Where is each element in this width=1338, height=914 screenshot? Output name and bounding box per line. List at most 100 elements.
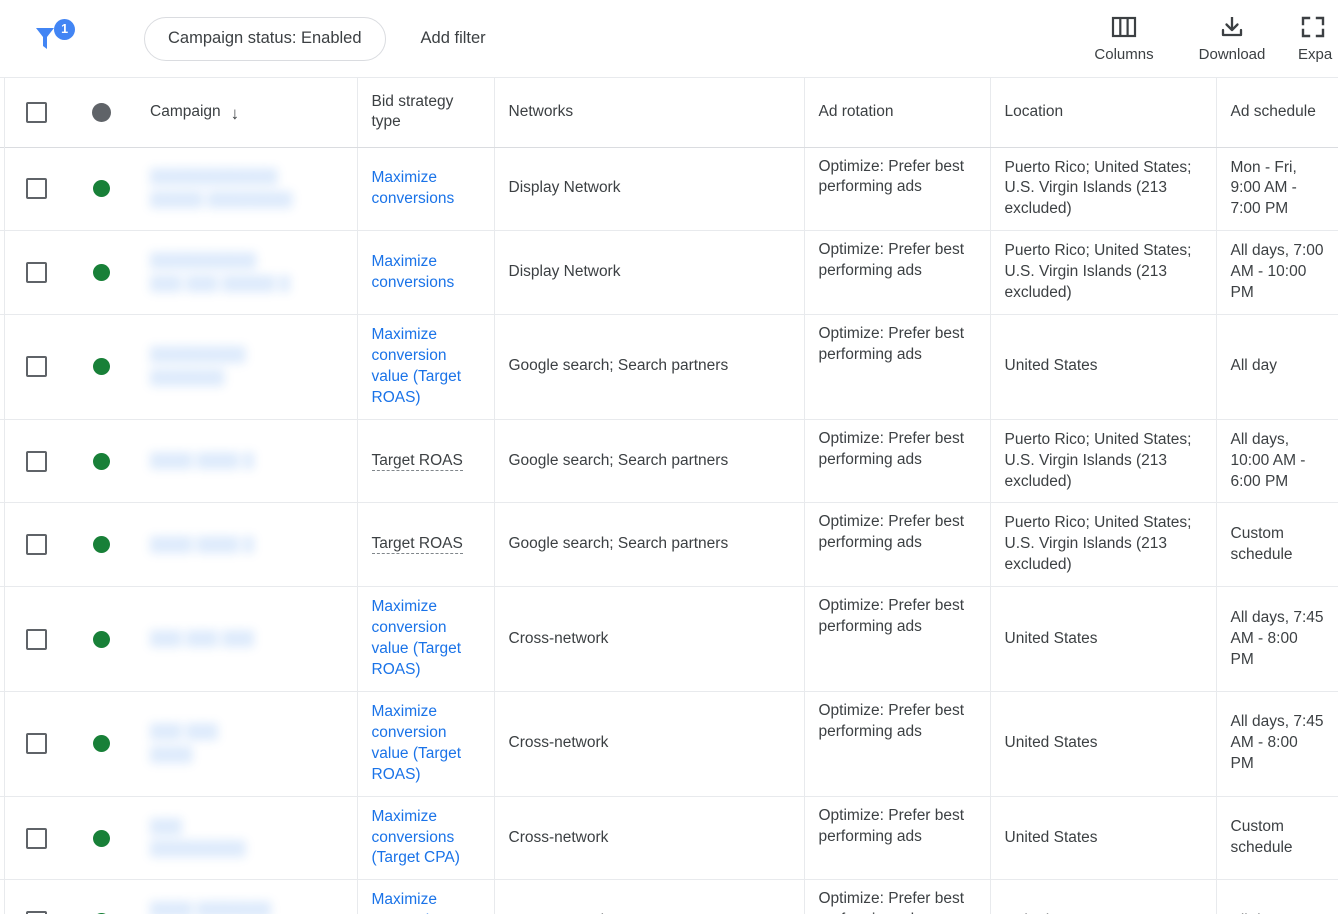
bid-strategy-link[interactable]: Maximize conversion value (Target ROAS) — [372, 703, 462, 783]
campaign-name-cell[interactable]: ▒▒▒▒▒▒▒▒▒▒▒▒ ▒▒▒▒▒ ▒▒▒▒▒▒▒▒ — [130, 147, 357, 231]
bid-strategy-cell[interactable]: Maximize conversions — [357, 147, 494, 231]
campaign-name-cell[interactable]: ▒▒▒▒▒▒▒▒▒▒ ▒▒▒ ▒▒▒ ▒▒▒▒▒ ▒ — [130, 231, 357, 315]
bid-strategy-tooltip[interactable]: Target ROAS — [372, 535, 463, 554]
bid-strategy-link[interactable]: Maximize conversions — [372, 169, 455, 207]
bid-strategy-cell[interactable]: Maximize conversion value (Target ROAS) — [357, 315, 494, 420]
ad-schedule-cell: Custom schedule — [1216, 503, 1338, 587]
status-enabled-icon[interactable] — [93, 453, 110, 470]
bid-strategy-cell[interactable]: Maximize conversion value (Target ROAS) — [357, 691, 494, 796]
expand-button[interactable]: Expa — [1286, 0, 1338, 78]
row-status-cell — [72, 503, 130, 587]
ad-schedule-cell: All days, 10:00 AM - 6:00 PM — [1216, 419, 1338, 503]
table-body: ▒▒▒▒▒▒▒▒▒▒▒▒ ▒▒▒▒▒ ▒▒▒▒▒▒▒▒ Maximize conv… — [0, 147, 1338, 914]
campaign-name-cell[interactable]: ▒▒▒▒ ▒▒▒▒ ▒ — [130, 503, 357, 587]
location-cell: Puerto Rico; United States; U.S. Virgin … — [990, 419, 1216, 503]
bid-strategy-cell[interactable]: Maximize conversions (Target CPA) — [357, 880, 494, 914]
ad-rotation-cell: Optimize: Prefer best performing ads — [804, 503, 990, 587]
table-row[interactable]: ▒▒▒▒▒▒▒▒▒▒ ▒▒▒ ▒▒▒ ▒▒▒▒▒ ▒ Maximize conve… — [0, 231, 1338, 315]
row-checkbox[interactable] — [26, 733, 47, 754]
sort-descending-icon[interactable]: ↓ — [231, 105, 240, 122]
location-cell: United States — [990, 587, 1216, 692]
table-row[interactable]: ▒▒▒ ▒▒▒▒▒▒▒▒▒ Maximize conversions (Targe… — [0, 796, 1338, 880]
table-row[interactable]: ▒▒▒▒▒▒▒▒▒▒▒▒ ▒▒▒▒▒ ▒▒▒▒▒▒▒▒ Maximize conv… — [0, 147, 1338, 231]
location-cell: Puerto Rico; United States; U.S. Virgin … — [990, 503, 1216, 587]
status-enabled-icon[interactable] — [93, 180, 110, 197]
status-enabled-icon[interactable] — [93, 735, 110, 752]
bid-strategy-column-header[interactable]: Bid strategy type — [357, 78, 494, 147]
row-checkbox[interactable] — [26, 356, 47, 377]
download-button-label: Download — [1199, 46, 1266, 63]
columns-button[interactable]: Columns — [1070, 0, 1178, 78]
row-status-cell — [72, 691, 130, 796]
networks-cell: Google search; Search partners — [494, 503, 804, 587]
location-cell: United States — [990, 691, 1216, 796]
campaign-name-cell[interactable]: ▒▒▒▒ ▒▒▒▒ ▒ — [130, 419, 357, 503]
toolbar-actions: Columns Download Expa — [1070, 0, 1338, 78]
status-enabled-icon[interactable] — [93, 358, 110, 375]
download-icon — [1219, 15, 1245, 39]
status-enabled-icon[interactable] — [93, 631, 110, 648]
row-status-cell — [72, 147, 130, 231]
bid-strategy-cell[interactable]: Maximize conversion value (Target ROAS) — [357, 587, 494, 692]
row-status-cell — [72, 880, 130, 914]
table-row[interactable]: ▒▒▒▒ ▒▒▒▒▒▒▒ ▒▒▒▒▒▒▒▒ Maximize conversion… — [0, 880, 1338, 914]
row-checkbox[interactable] — [26, 629, 47, 650]
select-all-checkbox[interactable] — [26, 102, 47, 123]
ad-schedule-column-header[interactable]: Ad schedule — [1216, 78, 1338, 147]
bid-strategy-cell[interactable]: Maximize conversions — [357, 231, 494, 315]
campaign-name-cell[interactable]: ▒▒▒ ▒▒▒ ▒▒▒ — [130, 587, 357, 692]
bid-strategy-link[interactable]: Maximize conversion value (Target ROAS) — [372, 598, 462, 678]
location-column-header[interactable]: Location — [990, 78, 1216, 147]
row-select-cell — [0, 587, 72, 692]
bid-strategy-cell[interactable]: Target ROAS — [357, 503, 494, 587]
location-cell: United States — [990, 880, 1216, 914]
row-checkbox[interactable] — [26, 534, 47, 555]
row-select-cell — [0, 147, 72, 231]
table-row[interactable]: ▒▒▒▒ ▒▒▒▒ ▒ Target ROAS Google search; Sea… — [0, 503, 1338, 587]
status-enabled-icon[interactable] — [93, 830, 110, 847]
campaign-column-header[interactable]: Campaign ↓ — [130, 78, 357, 147]
campaign-name-redacted: ▒▒▒▒ ▒▒▒▒ ▒ — [150, 450, 343, 473]
campaign-name-cell[interactable]: ▒▒▒ ▒▒▒▒▒▒▒▒▒ — [130, 796, 357, 880]
row-status-cell — [72, 419, 130, 503]
row-select-cell — [0, 691, 72, 796]
row-checkbox[interactable] — [26, 178, 47, 199]
filter-funnel-icon[interactable]: 1 — [34, 17, 80, 61]
table-row[interactable]: ▒▒▒▒ ▒▒▒▒ ▒Target ROASGoogle search; Sea… — [0, 419, 1338, 503]
networks-cell: Cross-network — [494, 796, 804, 880]
location-cell: United States — [990, 796, 1216, 880]
row-status-cell — [72, 587, 130, 692]
bid-strategy-link[interactable]: Maximize conversions (Target CPA) — [372, 808, 460, 867]
campaign-header-label: Campaign — [150, 102, 221, 122]
bid-strategy-tooltip[interactable]: Target ROAS — [372, 452, 463, 471]
row-checkbox[interactable] — [26, 828, 47, 849]
add-filter-button[interactable]: Add filter — [421, 29, 486, 48]
location-cell: Puerto Rico; United States; U.S. Virgin … — [990, 147, 1216, 231]
bid-strategy-link[interactable]: Maximize conversion value (Target ROAS) — [372, 326, 462, 406]
download-button[interactable]: Download — [1178, 0, 1286, 78]
ad-rotation-cell: Optimize: Prefer best performing ads — [804, 315, 990, 420]
ad-rotation-cell: Optimize: Prefer best performing ads — [804, 880, 990, 914]
table-row[interactable]: ▒▒▒ ▒▒▒ ▒▒▒Maximize conversion value (Ta… — [0, 587, 1338, 692]
ad-rotation-cell: Optimize: Prefer best performing ads — [804, 419, 990, 503]
campaign-name-cell[interactable]: ▒▒▒▒ ▒▒▒▒▒▒▒ ▒▒▒▒▒▒▒▒ — [130, 880, 357, 914]
networks-cell: Google search; Search partners — [494, 315, 804, 420]
table-row[interactable]: ▒▒▒ ▒▒▒ ▒▒▒▒Maximize conversion value (T… — [0, 691, 1338, 796]
status-enabled-icon[interactable] — [93, 264, 110, 281]
bid-strategy-cell[interactable]: Maximize conversions (Target CPA) — [357, 796, 494, 880]
row-checkbox[interactable] — [26, 451, 47, 472]
bid-strategy-link[interactable]: Maximize conversions — [372, 253, 455, 291]
bid-strategy-cell[interactable]: Target ROAS — [357, 419, 494, 503]
row-checkbox[interactable] — [26, 262, 47, 283]
status-enabled-icon[interactable] — [93, 536, 110, 553]
campaign-name-cell[interactable]: ▒▒▒▒▒▒▒▒▒ ▒▒▒▒▒▒▒ — [130, 315, 357, 420]
campaign-status-filter-chip[interactable]: Campaign status: Enabled — [144, 17, 386, 61]
row-status-cell — [72, 796, 130, 880]
expand-icon — [1300, 15, 1326, 39]
campaign-name-cell[interactable]: ▒▒▒ ▒▒▒ ▒▒▒▒ — [130, 691, 357, 796]
networks-column-header[interactable]: Networks — [494, 78, 804, 147]
select-all-header — [0, 78, 72, 147]
ad-rotation-column-header[interactable]: Ad rotation — [804, 78, 990, 147]
bid-strategy-link[interactable]: Maximize conversions (Target CPA) — [372, 891, 460, 914]
table-row[interactable]: ▒▒▒▒▒▒▒▒▒ ▒▒▒▒▒▒▒Maximize conversion val… — [0, 315, 1338, 420]
